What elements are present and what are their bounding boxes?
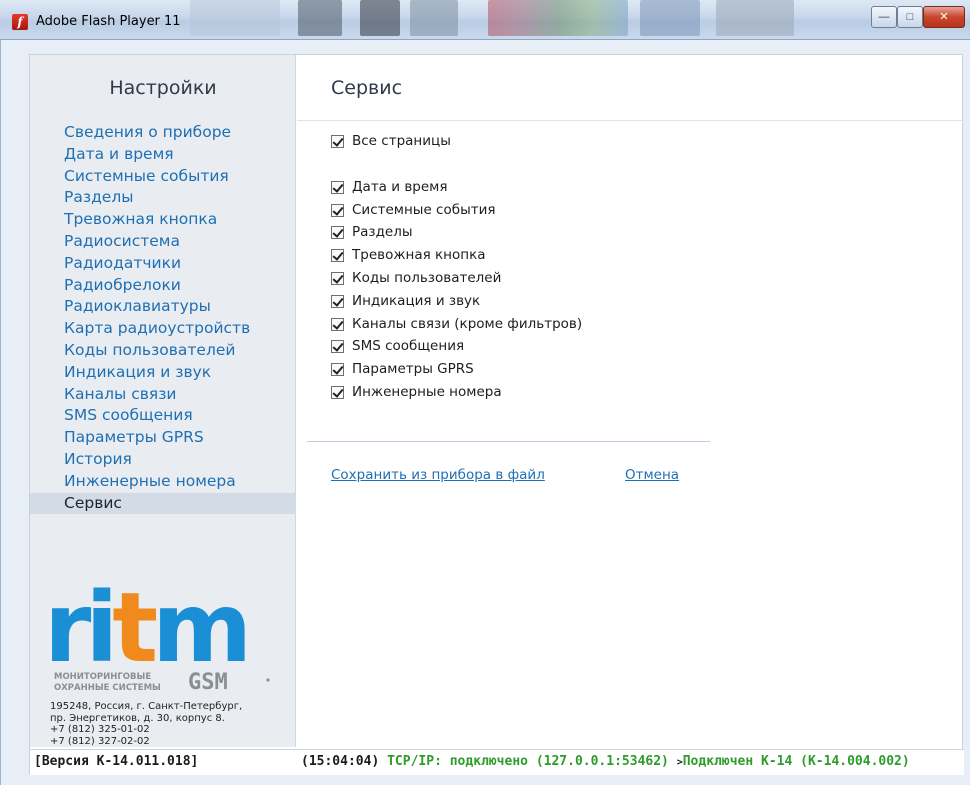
sidebar-item-radio-sensors[interactable]: Радиодатчики xyxy=(30,253,296,275)
sidebar-item-service[interactable]: Сервис xyxy=(30,492,296,515)
checkbox-user-codes[interactable]: Коды пользователей xyxy=(331,269,501,287)
checkbox-label: Разделы xyxy=(352,224,413,240)
flash-player-icon: f xyxy=(12,14,28,30)
background-blur xyxy=(298,0,342,36)
checkbox-checked[interactable] xyxy=(331,271,344,285)
checkbox-checked[interactable] xyxy=(331,180,344,194)
cancel-link[interactable]: Отмена xyxy=(625,467,679,483)
status-time: (15:04:04) xyxy=(301,754,380,769)
connection-status: (15:04:04) TCP/IP: подключено (127.0.0.1… xyxy=(301,750,910,775)
background-blur xyxy=(716,0,794,36)
main-header: Сервис xyxy=(297,55,964,121)
checkbox-all-pages[interactable]: Все страницы xyxy=(331,132,451,150)
phone-line: +7 (812) 327-02-02 xyxy=(50,735,150,747)
save-to-file-link[interactable]: Сохранить из прибора в файл xyxy=(331,467,545,483)
ritm-logo-graphic: ritm МОНИТОРИНГОВЫЕ ОХРАННЫЕ СИСТЕМЫ GSM xyxy=(44,575,270,695)
window-titlebar[interactable]: f Adobe Flash Player 11 — □ ✕ xyxy=(0,0,970,40)
checkbox-checked[interactable] xyxy=(331,248,344,262)
sidebar-item-radio-keyfobs[interactable]: Радиобрелоки xyxy=(30,275,296,297)
sidebar-title: Настройки xyxy=(109,77,217,99)
checkbox-label: Параметры GPRS xyxy=(352,361,474,377)
background-blur xyxy=(360,0,400,36)
svg-text:GSM: GSM xyxy=(188,670,228,695)
checkbox-checked[interactable] xyxy=(331,385,344,399)
checkbox-checked[interactable] xyxy=(331,362,344,376)
app-content: Настройки Сведения о приборе Дата и врем… xyxy=(29,54,964,775)
checkbox-label: Тревожная кнопка xyxy=(352,247,486,263)
close-button[interactable]: ✕ xyxy=(923,6,965,28)
sidebar-item-system-events[interactable]: Системные события xyxy=(30,166,296,188)
page-title: Сервис xyxy=(331,77,403,99)
maximize-button[interactable]: □ xyxy=(897,6,923,28)
checkbox-checked[interactable] xyxy=(331,339,344,353)
checkbox-label: Инженерные номера xyxy=(352,384,502,400)
background-blur xyxy=(410,0,458,36)
sidebar-item-channels[interactable]: Каналы связи xyxy=(30,384,296,406)
checkbox-partitions[interactable]: Разделы xyxy=(331,223,413,241)
sidebar-item-radio-system[interactable]: Радиосистема xyxy=(30,231,296,253)
checkbox-system-events[interactable]: Системные события xyxy=(331,201,495,219)
sidebar-item-indication-sound[interactable]: Индикация и звук xyxy=(30,362,296,384)
sidebar-nav: Сведения о приборе Дата и время Системны… xyxy=(30,122,296,515)
version-label: [Версия К-14.011.018] xyxy=(34,754,199,769)
ritm-logo: ritm МОНИТОРИНГОВЫЕ ОХРАННЫЕ СИСТЕМЫ GSM xyxy=(44,575,284,695)
checkbox-engineer-numbers[interactable]: Инженерные номера xyxy=(331,383,502,401)
background-blur xyxy=(190,0,280,36)
sidebar-item-device-info[interactable]: Сведения о приборе xyxy=(30,122,296,144)
checkbox-label: Все страницы xyxy=(352,133,451,149)
window-frame: Настройки Сведения о приборе Дата и врем… xyxy=(0,40,970,785)
checkbox-checked[interactable] xyxy=(331,134,344,148)
sidebar-item-history[interactable]: История xyxy=(30,449,296,471)
status-connection: TCP/IP: подключено (127.0.0.1:53462) xyxy=(387,754,669,769)
background-blur xyxy=(488,0,628,36)
checkbox-label: Индикация и звук xyxy=(352,293,481,309)
background-blur xyxy=(640,0,700,36)
sidebar-item-engineer-numbers[interactable]: Инженерные номера xyxy=(30,471,296,493)
minimize-button[interactable]: — xyxy=(871,6,897,28)
sidebar-item-gprs[interactable]: Параметры GPRS xyxy=(30,427,296,449)
checkbox-gprs[interactable]: Параметры GPRS xyxy=(331,360,474,378)
sidebar-item-date-time[interactable]: Дата и время xyxy=(30,144,296,166)
sidebar-item-sms[interactable]: SMS сообщения xyxy=(30,405,296,427)
phone-line: +7 (812) 325-01-02 xyxy=(50,724,150,735)
sidebar-item-partitions[interactable]: Разделы xyxy=(30,187,296,209)
checkbox-date-time[interactable]: Дата и время xyxy=(331,178,447,196)
checkbox-label: Каналы связи (кроме фильтров) xyxy=(352,316,583,332)
checkbox-label: SMS сообщения xyxy=(352,338,465,354)
status-bar: [Версия К-14.011.018] (15:04:04) TCP/IP:… xyxy=(30,749,964,775)
checkbox-checked[interactable] xyxy=(331,225,344,239)
checkbox-channels[interactable]: Каналы связи (кроме фильтров) xyxy=(331,315,582,333)
company-address: 195248, Россия, г. Санкт-Петербург, пр. … xyxy=(50,701,290,747)
svg-text:ritm: ritm xyxy=(44,575,246,684)
checkbox-sms[interactable]: SMS сообщения xyxy=(331,337,464,355)
divider xyxy=(307,441,710,442)
checkbox-checked[interactable] xyxy=(331,203,344,217)
window-title: Adobe Flash Player 11 xyxy=(36,14,181,29)
checkbox-label: Системные события xyxy=(352,202,496,218)
checkbox-indication-sound[interactable]: Индикация и звук xyxy=(331,292,480,310)
sidebar-item-user-codes[interactable]: Коды пользователей xyxy=(30,340,296,362)
sidebar-item-radio-keypads[interactable]: Радиоклавиатуры xyxy=(30,296,296,318)
sidebar-item-radio-device-map[interactable]: Карта радиоустройств xyxy=(30,318,296,340)
checkbox-label: Дата и время xyxy=(352,179,448,195)
address-line: пр. Энергетиков, д. 30, корпус 8. xyxy=(50,712,225,724)
address-line: 195248, Россия, г. Санкт-Петербург, xyxy=(50,701,243,712)
svg-text:МОНИТОРИНГОВЫЕ: МОНИТОРИНГОВЫЕ xyxy=(54,672,151,682)
sidebar: Настройки Сведения о приборе Дата и врем… xyxy=(30,55,296,747)
checkbox-checked[interactable] xyxy=(331,294,344,308)
svg-text:ОХРАННЫЕ СИСТЕМЫ: ОХРАННЫЕ СИСТЕМЫ xyxy=(54,683,161,693)
status-device: Подключен К-14 (К-14.004.002) xyxy=(682,754,910,769)
main-panel: Сервис Все страницы Дата и время Системн… xyxy=(297,55,964,747)
checkbox-panic-button[interactable]: Тревожная кнопка xyxy=(331,246,486,264)
sidebar-item-panic-button[interactable]: Тревожная кнопка xyxy=(30,209,296,231)
checkbox-label: Коды пользователей xyxy=(352,270,502,286)
checkbox-checked[interactable] xyxy=(331,317,344,331)
